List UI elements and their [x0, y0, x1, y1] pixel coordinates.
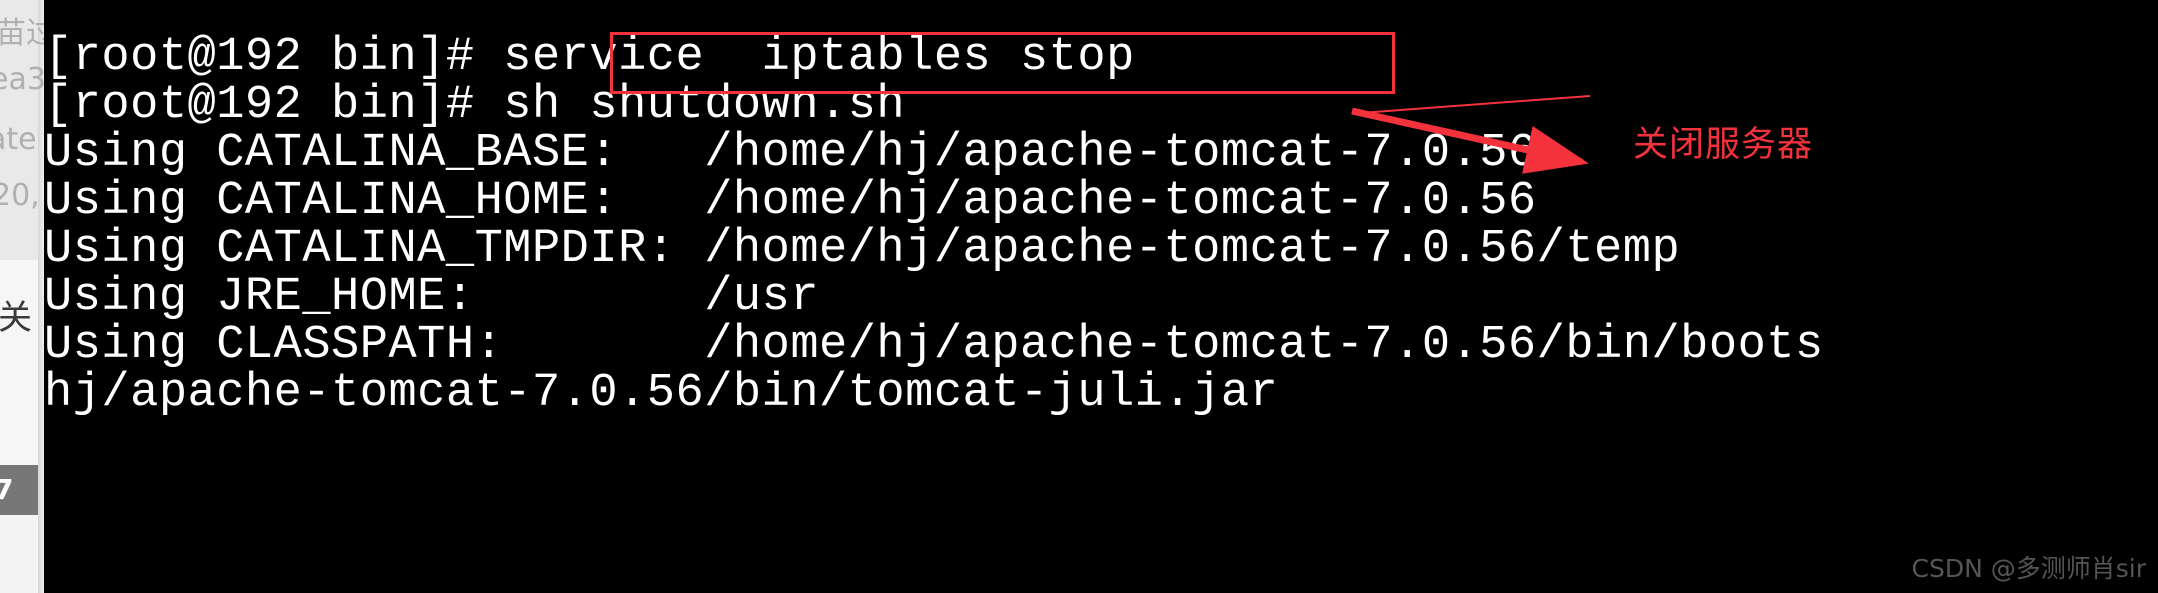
terminal-line-6: Using JRE_HOME: /usr [44, 271, 820, 324]
terminal-line-1: [root@192 bin]# service iptables stop [44, 31, 1135, 84]
terminal-line-4: Using CATALINA_HOME: /home/hj/apache-tom… [44, 175, 1537, 228]
csdn-watermark: CSDN @多测师肖sir [1911, 554, 2146, 583]
terminal-line-5: Using CATALINA_TMPDIR: /home/hj/apache-t… [44, 223, 1681, 276]
terminal-window[interactable]: [root@192 bin]# service iptables stop [r… [44, 0, 2158, 593]
terminal-line-2: [root@192 bin]# sh shutdown.sh [44, 79, 906, 132]
background-text-fragment-1: 苗过 [0, 16, 44, 51]
background-text-fragment-4: 20, [0, 178, 40, 213]
screenshot-root: 苗过 ea3 ate 20, 关 7 [root@192 bin]# servi… [0, 0, 2158, 593]
background-window[interactable]: 苗过 ea3 ate 20, 关 7 [0, 0, 44, 593]
terminal-line-3: Using CATALINA_BASE: /home/hj/apache-tom… [44, 127, 1537, 180]
terminal-line-8: hj/apache-tomcat-7.0.56/bin/tomcat-juli.… [44, 367, 1279, 420]
background-text-fragment-3: ate [0, 122, 37, 157]
background-text-fragment-2: ea3 [0, 62, 44, 97]
background-text-fragment-5: 关 [0, 298, 32, 338]
background-window-bottom-panel [0, 515, 39, 593]
terminal-line-7: Using CLASSPATH: /home/hj/apache-tomcat-… [44, 319, 1824, 372]
background-status-count: 7 [0, 473, 14, 506]
